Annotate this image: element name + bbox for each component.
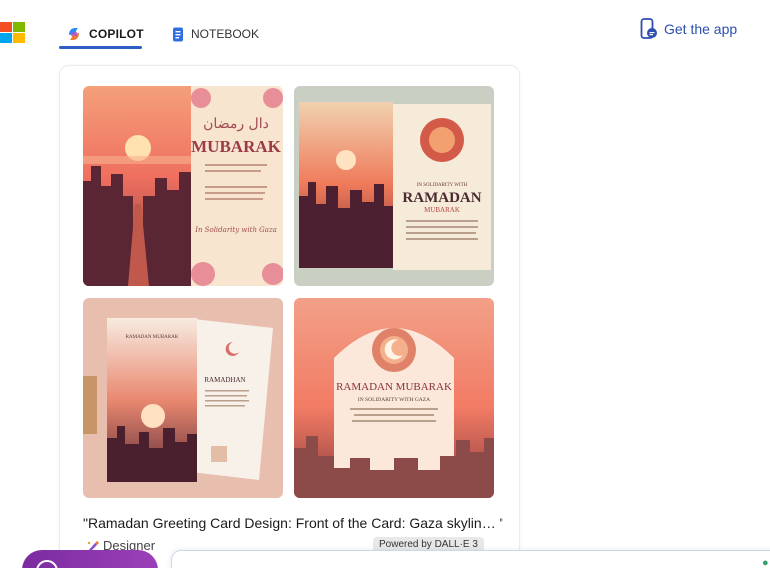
image-2-art: IN SOLIDARITY WITH RAMADAN MUBARAK [294,86,494,286]
image-2-subtitle: MUBARAK [424,206,460,214]
image-prompt-caption: "Ramadan Greeting Card Design: Front of … [83,515,503,531]
generated-image-1[interactable]: دال رمضان MUBARAK In Solidarity with Gaz… [83,86,283,286]
phone-app-icon [640,18,657,39]
image-3-small: RAMADAN MUBARAK [126,335,179,340]
new-topic-button[interactable] [22,550,158,568]
image-1-art: دال رمضان MUBARAK In Solidarity with Gaz… [83,86,283,286]
generated-image-2[interactable]: IN SOLIDARITY WITH RAMADAN MUBARAK [294,86,494,286]
image-1-subtitle: In Solidarity with Gaza [194,226,277,234]
copilot-icon [69,28,79,40]
get-the-app-link[interactable]: Get the app [640,18,737,40]
image-1-title: MUBARAK [191,137,281,156]
image-1-title-ar: دال رمضان [203,116,269,132]
image-4-subtitle: IN SOLIDARITY WITH GAZA [358,397,430,403]
image-3-art: RAMADAN MUBARAK RAMADHAN [83,298,283,498]
get-the-app-label: Get the app [664,21,738,37]
microsoft-logo[interactable] [0,22,26,44]
input-mic-icon[interactable]: ● [762,557,769,568]
tab-copilot[interactable]: COPILOT [66,20,144,48]
image-4-art: RAMADAN MUBARAK IN SOLIDARITY WITH GAZA [294,298,494,498]
image-2-title: RAMADAN [402,190,481,206]
image-3-title: RAMADHAN [204,376,245,384]
chat-input[interactable]: ● [171,550,770,568]
tab-notebook-label: NOTEBOOK [191,27,260,41]
active-tab-indicator [59,46,142,49]
new-topic-icon [36,560,58,568]
image-2-small: IN SOLIDARITY WITH [417,183,468,188]
generated-image-4[interactable]: RAMADAN MUBARAK IN SOLIDARITY WITH GAZA [294,298,494,498]
notebook-icon [173,27,183,41]
image-4-title: RAMADAN MUBARAK [336,381,452,393]
generated-image-3[interactable]: RAMADAN MUBARAK RAMADHAN [83,298,283,498]
tab-notebook[interactable]: NOTEBOOK [172,20,259,48]
tab-copilot-label: COPILOT [89,27,144,41]
